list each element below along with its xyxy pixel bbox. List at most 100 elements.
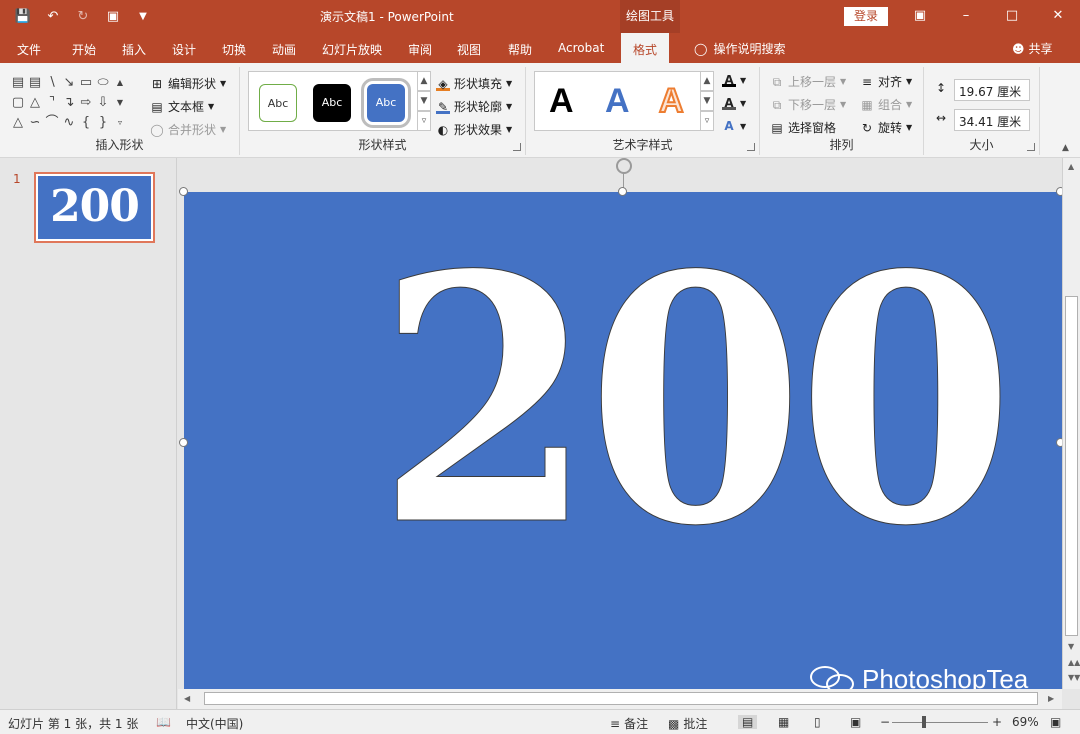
elbow-arrow-shape-icon[interactable]: ↴ (61, 93, 77, 113)
gallery-more-icon[interactable]: ▿ (112, 113, 128, 133)
customize-qat-icon[interactable]: ▼ (132, 6, 154, 26)
rotate-handle[interactable] (616, 158, 632, 174)
notes-button[interactable]: ≡ 备注 (610, 715, 648, 732)
freeform-shape-icon[interactable]: △ (10, 113, 26, 133)
textbox-shape-icon[interactable]: ▤ (10, 73, 26, 93)
horizontal-scroll-thumb[interactable] (204, 692, 1038, 705)
zoom-level[interactable]: 69% (1012, 715, 1039, 729)
start-slideshow-icon[interactable]: ▣ (102, 6, 124, 26)
tab-slideshow[interactable]: 幻灯片放映 (322, 41, 382, 58)
text-box-button[interactable]: ▤ 文本框 ▼ (150, 98, 214, 115)
styles-scroll-up-icon[interactable]: ▲ (417, 71, 431, 91)
scroll-left-icon[interactable]: ◀ (184, 694, 190, 703)
tab-design[interactable]: 设计 (172, 41, 196, 58)
shape-height-field[interactable]: 19.67 厘米 (954, 79, 1030, 101)
wordart-scroll-up-icon[interactable]: ▲ (700, 71, 714, 91)
right-arrow-shape-icon[interactable]: ⇨ (78, 93, 94, 113)
styles-more-icon[interactable]: ▿ (417, 111, 431, 131)
text-outline-button[interactable]: A ▼ (722, 96, 746, 110)
spell-check-icon[interactable]: 📖 (156, 715, 171, 729)
horizontal-scrollbar[interactable]: ◀ ▶ (178, 689, 1062, 709)
shape-styles-launcher-icon[interactable] (513, 143, 521, 151)
scroll-up-icon[interactable]: ▲ (1068, 162, 1074, 171)
edit-shape-button[interactable]: ⊞ 编辑形状 ▼ (150, 75, 226, 92)
zoom-in-icon[interactable]: + (992, 715, 1002, 729)
arc-shape-icon[interactable]: ⌒ (44, 113, 60, 133)
shape-width-field[interactable]: 34.41 厘米 (954, 109, 1030, 131)
shape-style-blue-selected[interactable]: Abc (361, 78, 411, 128)
tab-help[interactable]: 帮助 (508, 41, 532, 58)
resize-handle-top-left[interactable] (179, 187, 188, 196)
close-icon[interactable]: ✕ (1046, 6, 1070, 26)
collapse-ribbon-icon[interactable]: ▲ (1062, 143, 1069, 153)
styles-scroll-down-icon[interactable]: ▼ (417, 91, 431, 111)
arrow-line-shape-icon[interactable]: ↘ (61, 73, 77, 93)
left-brace-shape-icon[interactable]: { (78, 113, 94, 133)
wordart-styles-launcher-icon[interactable] (747, 143, 755, 151)
fit-to-window-icon[interactable]: ▣ (1050, 715, 1061, 729)
scribble-shape-icon[interactable]: ∽ (27, 113, 43, 133)
scroll-down-icon[interactable]: ▼ (1068, 642, 1074, 651)
bring-forward-button[interactable]: ⧉ 上移一层 ▼ (770, 73, 846, 90)
tab-insert[interactable]: 插入 (122, 41, 146, 58)
shape-fill-button[interactable]: ◈ 形状填充 ▼ (436, 75, 512, 92)
wordart-style-orange-outline[interactable]: A (658, 81, 685, 121)
triangle-shape-icon[interactable]: △ (27, 93, 43, 113)
elbow-connector-shape-icon[interactable]: ⌝ (44, 93, 60, 113)
wordart-style-blue[interactable]: A (605, 82, 630, 121)
zoom-slider-track[interactable] (892, 722, 988, 723)
resize-handle-top[interactable] (618, 187, 627, 196)
scroll-right-icon[interactable]: ▶ (1048, 694, 1054, 703)
resize-handle-left[interactable] (179, 438, 188, 447)
tab-acrobat[interactable]: Acrobat (558, 41, 604, 55)
down-arrow-shape-icon[interactable]: ⇩ (95, 93, 111, 113)
tell-me-search[interactable]: ◯ 操作说明搜索 (694, 40, 785, 57)
undo-icon[interactable]: ↶ (42, 6, 64, 26)
oval-shape-icon[interactable]: ⬭ (95, 73, 111, 93)
rectangle-shape-icon[interactable]: ▭ (78, 73, 94, 93)
save-icon[interactable]: 💾 (12, 6, 34, 26)
reading-view-icon[interactable]: ▯ (814, 715, 821, 729)
maximize-icon[interactable]: □ (1000, 6, 1024, 26)
rounded-rect-shape-icon[interactable]: ▢ (10, 93, 26, 113)
slide-main-text[interactable]: 200 (376, 231, 1015, 572)
normal-view-icon[interactable]: ▤ (738, 715, 758, 729)
shapes-gallery[interactable]: ▤ ▤ ∖ ↘ ▭ ⬭ ▲ ▢ △ ⌝ ↴ ⇨ ⇩ ▼ △ ∽ ⌒ ∿ { } … (10, 73, 132, 133)
send-backward-button[interactable]: ⧉ 下移一层 ▼ (770, 96, 846, 113)
wordart-more-icon[interactable]: ▿ (700, 111, 714, 131)
vertical-scroll-thumb[interactable] (1065, 296, 1078, 636)
curve-shape-icon[interactable]: ∿ (61, 113, 77, 133)
shape-style-black[interactable]: Abc (313, 84, 351, 122)
slideshow-view-icon[interactable]: ▣ (850, 715, 861, 729)
zoom-slider-knob[interactable] (922, 716, 926, 728)
language-status[interactable]: 中文(中国) (186, 715, 243, 732)
slide[interactable]: 200 (184, 192, 1062, 689)
vertical-scrollbar[interactable]: ▲ ▼ ▲▲ ▼▼ (1062, 158, 1080, 689)
zoom-out-icon[interactable]: − (880, 715, 890, 729)
gallery-up-icon[interactable]: ▲ (112, 73, 128, 93)
right-brace-shape-icon[interactable]: } (95, 113, 111, 133)
previous-slide-icon[interactable]: ▲▲ (1068, 658, 1080, 667)
slide-sorter-view-icon[interactable]: ▦ (778, 715, 789, 729)
tab-transitions[interactable]: 切换 (222, 41, 246, 58)
ribbon-display-options-icon[interactable]: ▣ (908, 6, 932, 26)
align-button[interactable]: ≡ 对齐 ▼ (860, 73, 912, 90)
comments-button[interactable]: ▩ 批注 (668, 715, 707, 732)
selection-pane-button[interactable]: ▤ 选择窗格 (770, 119, 836, 136)
share-button[interactable]: ☻ 共享 (1012, 40, 1053, 57)
gallery-down-icon[interactable]: ▼ (112, 93, 128, 113)
tab-view[interactable]: 视图 (457, 41, 481, 58)
tab-animations[interactable]: 动画 (272, 41, 296, 58)
tab-format[interactable]: 格式 (621, 33, 670, 63)
vertical-textbox-shape-icon[interactable]: ▤ (27, 73, 43, 93)
tab-file[interactable]: 文件 (17, 41, 41, 58)
tab-home[interactable]: 开始 (72, 41, 96, 58)
text-fill-button[interactable]: A ▼ (722, 73, 746, 87)
redo-icon[interactable]: ↻ (72, 6, 94, 26)
wordart-scroll-down-icon[interactable]: ▼ (700, 91, 714, 111)
login-button[interactable]: 登录 (844, 7, 888, 26)
size-launcher-icon[interactable] (1027, 143, 1035, 151)
tab-review[interactable]: 审阅 (408, 41, 432, 58)
minimize-icon[interactable]: – (954, 6, 978, 26)
next-slide-icon[interactable]: ▼▼ (1068, 673, 1080, 682)
